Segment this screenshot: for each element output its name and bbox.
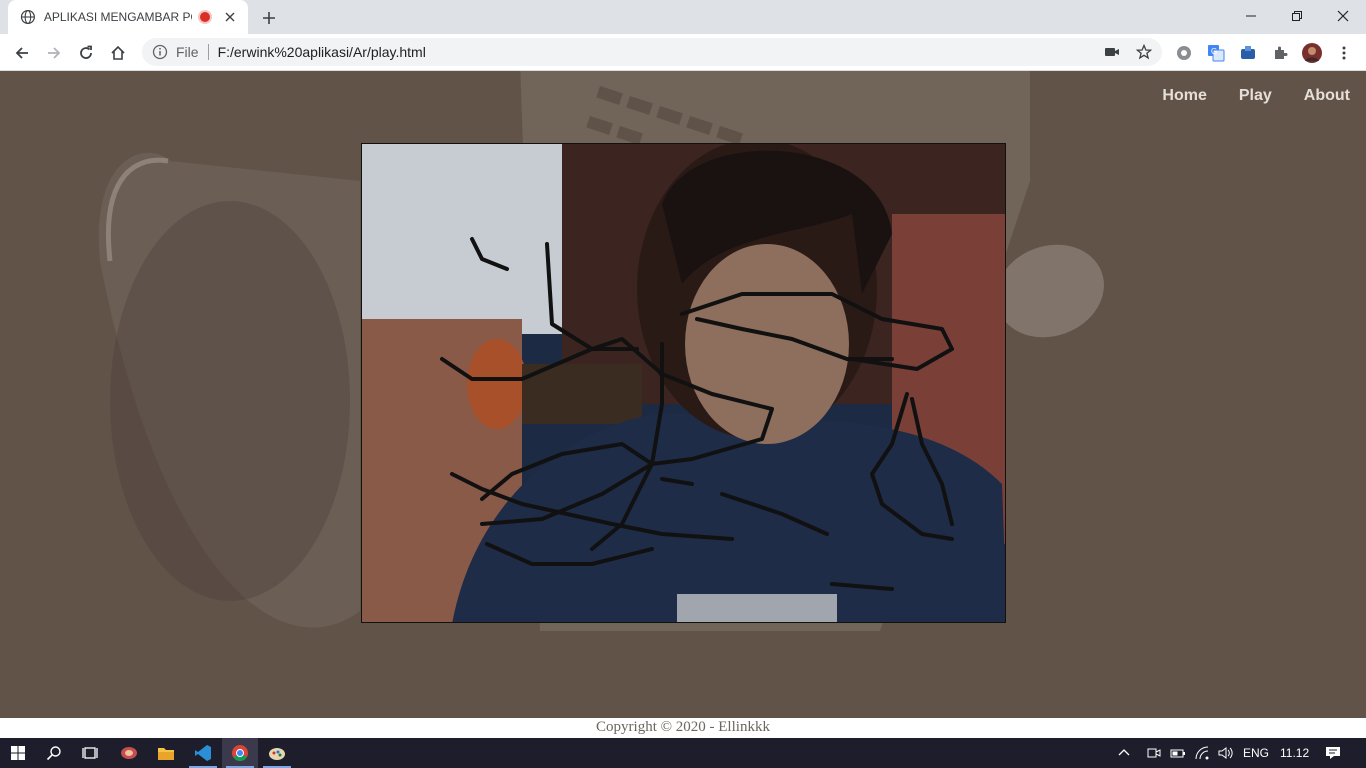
profile-avatar[interactable] xyxy=(1298,39,1326,67)
home-button[interactable] xyxy=(104,39,132,67)
file-explorer-icon[interactable] xyxy=(148,738,184,768)
start-button[interactable] xyxy=(0,738,36,768)
new-tab-button[interactable] xyxy=(258,7,280,29)
restore-button[interactable] xyxy=(1274,0,1320,32)
extension-icon[interactable] xyxy=(1234,39,1262,67)
drawing-canvas[interactable] xyxy=(361,143,1006,623)
forward-button[interactable] xyxy=(40,39,68,67)
notification-icon[interactable] xyxy=(1318,738,1348,768)
svg-text:G: G xyxy=(1211,47,1217,56)
browser-tab-strip: APLIKASI MENGAMBAR POLA xyxy=(0,0,1366,34)
close-window-button[interactable] xyxy=(1320,0,1366,32)
search-icon[interactable] xyxy=(36,738,72,768)
browser-menu-icon[interactable] xyxy=(1330,39,1358,67)
wifi-icon[interactable] xyxy=(1190,738,1214,768)
globe-icon xyxy=(20,9,35,25)
bookmark-star-icon[interactable] xyxy=(1136,44,1152,60)
google-translate-icon[interactable]: G xyxy=(1202,39,1230,67)
page-footer: Copyright © 2020 - Ellinkkk xyxy=(0,718,1366,738)
tab-title: APLIKASI MENGAMBAR POLA xyxy=(43,10,192,24)
nav-play-link[interactable]: Play xyxy=(1239,87,1272,105)
url-text[interactable]: F:/erwink%20aplikasi/Ar/play.html xyxy=(218,44,426,60)
task-view-icon[interactable] xyxy=(72,738,108,768)
address-separator xyxy=(207,44,209,60)
address-bar[interactable]: File F:/erwink%20aplikasi/Ar/play.html xyxy=(142,38,1162,66)
webcam-feed xyxy=(362,144,1005,622)
recording-indicator-icon xyxy=(198,10,213,24)
extensions-puzzle-icon[interactable] xyxy=(1266,39,1294,67)
security-label: File xyxy=(176,44,199,60)
back-button[interactable] xyxy=(8,39,36,67)
close-tab-icon[interactable] xyxy=(222,9,238,25)
browser-toolbar: File F:/erwink%20aplikasi/Ar/play.html G xyxy=(0,34,1366,71)
battery-icon[interactable] xyxy=(1166,738,1190,768)
windows-taskbar: ENG 11.12 xyxy=(0,738,1366,768)
chrome-icon[interactable] xyxy=(222,738,258,768)
volume-icon[interactable] xyxy=(1214,738,1238,768)
page-viewport: Home Play About xyxy=(0,71,1366,718)
vscode-icon[interactable] xyxy=(185,738,221,768)
input-language[interactable]: ENG xyxy=(1243,746,1269,760)
nav-home-link[interactable]: Home xyxy=(1162,87,1206,105)
main-nav: Home Play About xyxy=(1162,87,1350,105)
taskbar-app-icon[interactable] xyxy=(111,738,147,768)
minimize-button[interactable] xyxy=(1228,0,1274,32)
info-icon[interactable] xyxy=(152,44,168,60)
reload-button[interactable] xyxy=(72,39,100,67)
chevron-up-icon[interactable] xyxy=(1112,738,1136,768)
copyright-text: Copyright © 2020 - Ellinkkk xyxy=(596,719,770,735)
browser-tab[interactable]: APLIKASI MENGAMBAR POLA xyxy=(8,0,248,34)
meet-now-icon[interactable] xyxy=(1142,738,1166,768)
extension-settings-icon[interactable] xyxy=(1170,39,1198,67)
clock[interactable]: 11.12 xyxy=(1280,746,1309,760)
paint-icon[interactable] xyxy=(259,738,295,768)
nav-about-link[interactable]: About xyxy=(1304,87,1350,105)
camera-in-use-icon[interactable] xyxy=(1104,44,1120,60)
